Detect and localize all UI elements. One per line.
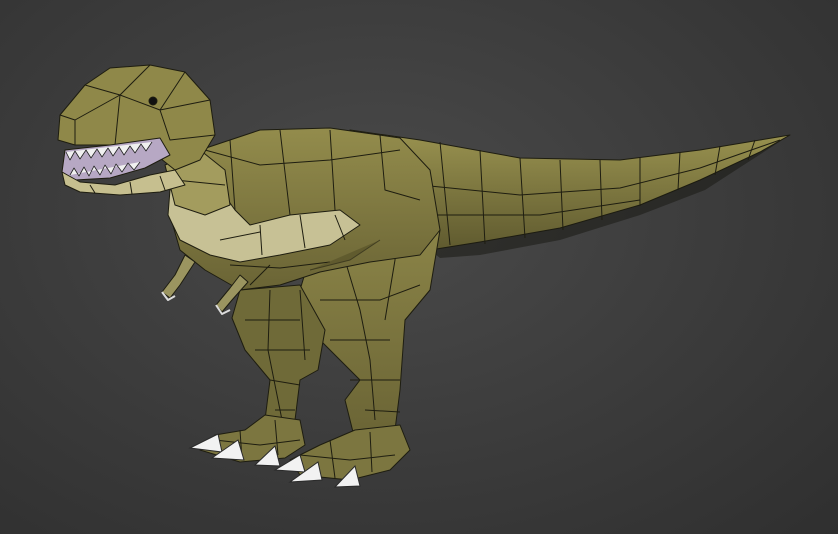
trex-model	[57, 64, 791, 488]
3d-viewport[interactable]	[0, 0, 838, 534]
claw	[188, 433, 223, 453]
head	[57, 64, 231, 216]
eye	[148, 96, 158, 106]
